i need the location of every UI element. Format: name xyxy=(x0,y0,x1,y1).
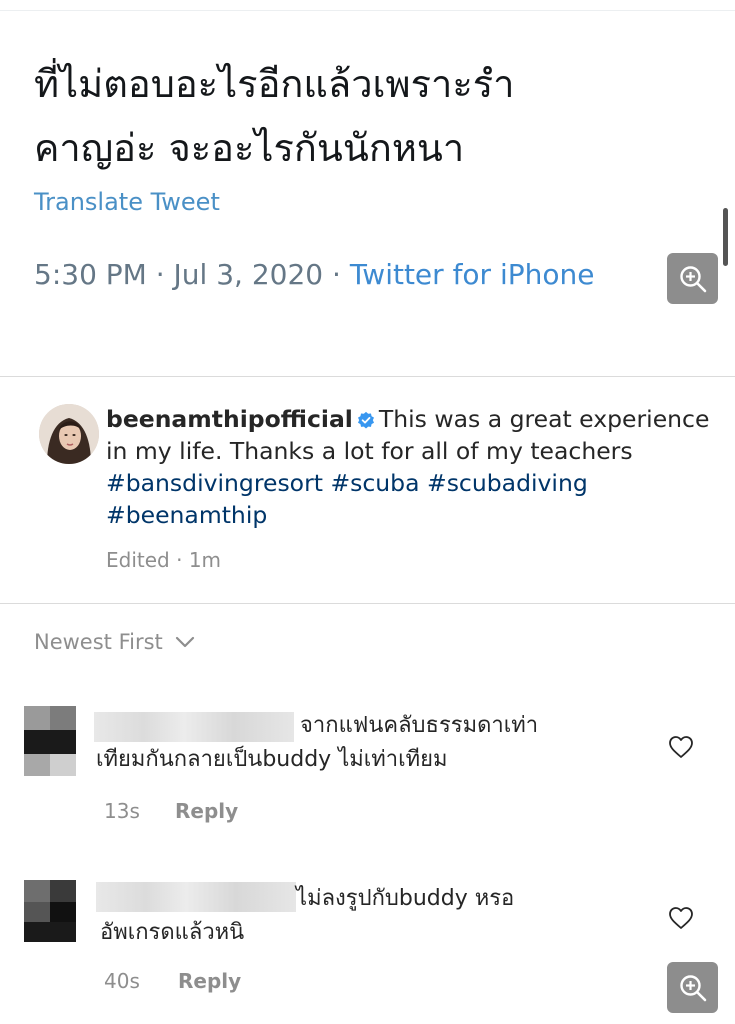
tweet-text-line-2: คาญอ่ะ จะอะไรกันนักหนา xyxy=(34,126,465,170)
tweet-date[interactable]: Jul 3, 2020 xyxy=(174,258,324,291)
tweet-source-link[interactable]: Twitter for iPhone xyxy=(350,258,595,291)
heart-icon[interactable] xyxy=(668,906,694,930)
meta-separator: · xyxy=(332,258,341,291)
zoom-in-icon xyxy=(679,974,706,1001)
verified-badge-icon xyxy=(357,411,374,429)
tweet-time: 5:30 PM xyxy=(34,258,147,291)
comment-avatar[interactable] xyxy=(24,706,76,776)
comment-time: 13s xyxy=(104,799,140,823)
chevron-down-icon xyxy=(175,636,194,648)
scrollbar[interactable] xyxy=(723,208,728,266)
comment-line-1: ไม่ลงรูปกับbuddy หรอ xyxy=(296,886,515,911)
section-divider xyxy=(0,376,735,377)
hashtag-link[interactable]: #bansdivingresort xyxy=(106,469,323,497)
heart-icon[interactable] xyxy=(668,735,694,759)
sort-dropdown[interactable]: Newest First xyxy=(34,630,195,654)
avatar[interactable] xyxy=(39,404,99,464)
zoom-in-button[interactable] xyxy=(667,253,718,304)
sort-label: Newest First xyxy=(34,630,163,654)
post-username[interactable]: beenamthipofficial xyxy=(106,405,353,433)
comment-time: 40s xyxy=(104,969,140,993)
comments-divider xyxy=(0,603,735,604)
hashtag-link[interactable]: #scubadiving xyxy=(427,469,588,497)
reply-button[interactable]: Reply xyxy=(175,799,238,823)
post-caption: beenamthipofficial This was a great exper… xyxy=(106,403,716,531)
post-edited-meta: Edited · 1m xyxy=(106,548,221,572)
meta-separator: · xyxy=(176,548,183,572)
hashtag-link[interactable]: #beenamthip xyxy=(106,501,267,529)
comment-text: จากแฟนคลับธรรมดาเท่า เทียมกันกลายเป็นbud… xyxy=(96,709,656,777)
comment-text: ไม่ลงรูปกับbuddy หรอ อัพเกรดแล้วหนิ xyxy=(100,882,660,950)
edited-label: Edited xyxy=(106,548,170,572)
hashtag-link[interactable]: #scuba xyxy=(330,469,419,497)
edited-time: 1m xyxy=(188,548,222,572)
comment-line-1: จากแฟนคลับธรรมดาเท่า xyxy=(300,713,539,738)
tweet-text: ที่ไม่ตอบอะไรอีกแล้วเพราะรำ คาญอ่ะ จะอะไ… xyxy=(34,52,684,180)
tweet-meta: 5:30 PM · Jul 3, 2020 · Twitter for iPho… xyxy=(34,258,595,291)
comment-avatar[interactable] xyxy=(24,880,76,950)
tweet-text-line-1: ที่ไม่ตอบอะไรอีกแล้วเพราะรำ xyxy=(34,62,515,106)
zoom-in-button[interactable] xyxy=(667,962,718,1013)
comment-line-2: เทียมกันกลายเป็นbuddy ไม่เท่าเทียม xyxy=(96,747,448,772)
meta-separator: · xyxy=(155,258,165,291)
translate-tweet-link[interactable]: Translate Tweet xyxy=(34,188,220,216)
zoom-in-icon xyxy=(679,265,706,292)
reply-button[interactable]: Reply xyxy=(178,969,241,993)
avatar-image xyxy=(39,404,99,464)
tweet-top-divider xyxy=(0,10,735,11)
comment-line-2: อัพเกรดแล้วหนิ xyxy=(100,920,245,945)
